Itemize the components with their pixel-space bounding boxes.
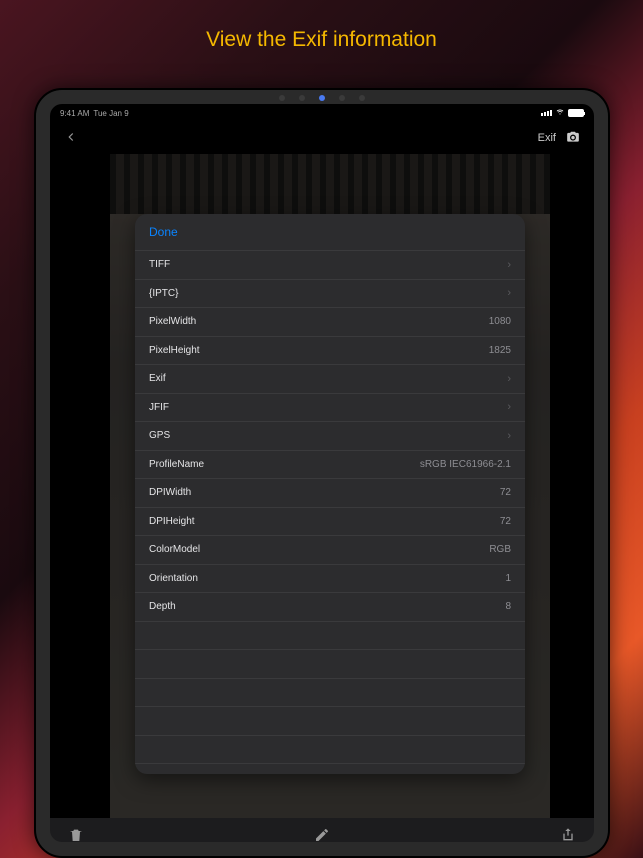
share-icon[interactable] (560, 827, 576, 847)
exif-toggle-label[interactable]: Exif (538, 132, 556, 144)
exif-value: 1 (505, 573, 511, 584)
back-button[interactable] (64, 128, 78, 149)
exif-row: ProfileName sRGB IEC61966-2.1 (135, 451, 525, 480)
chevron-right-icon: › (507, 401, 511, 413)
exif-row-empty (135, 622, 525, 651)
exif-key: TIFF (149, 259, 170, 270)
exif-panel: Done TIFF › {IPTC} › PixelWidth 1080 PixelHeig… (135, 214, 525, 774)
camera-icon[interactable] (566, 130, 580, 147)
exif-value: 1080 (489, 316, 511, 327)
sensor-bar (272, 94, 372, 102)
nav-bar: Exif (50, 122, 594, 154)
sensor-dot (339, 95, 345, 101)
exif-key: Orientation (149, 573, 198, 584)
exif-key: Exif (149, 373, 166, 384)
chevron-right-icon: › (507, 259, 511, 271)
exif-value: 72 (500, 516, 511, 527)
exif-row: DPIWidth 72 (135, 479, 525, 508)
exif-value: 8 (505, 601, 511, 612)
exif-row-empty (135, 736, 525, 765)
exif-row-empty (135, 707, 525, 736)
exif-value: 72 (500, 487, 511, 498)
status-bar: 9:41 AM Tue Jan 9 (50, 104, 594, 122)
exif-key: Depth (149, 601, 176, 612)
sensor-dot (319, 95, 325, 101)
exif-key: PixelWidth (149, 316, 196, 327)
exif-row: Depth 8 (135, 593, 525, 622)
ipad-screen: 9:41 AM Tue Jan 9 Exif (50, 104, 594, 856)
promo-title: View the Exif information (0, 0, 643, 60)
sensor-dot (359, 95, 365, 101)
exif-row[interactable]: Exif › (135, 365, 525, 394)
exif-key: JFIF (149, 402, 169, 413)
done-button[interactable]: Done (149, 225, 178, 239)
exif-key: ColorModel (149, 544, 200, 555)
exif-row[interactable]: TIFF › (135, 251, 525, 280)
exif-key: ProfileName (149, 459, 204, 470)
exif-key: GPS (149, 430, 170, 441)
chevron-right-icon: › (507, 287, 511, 299)
exif-panel-header: Done (135, 214, 525, 251)
exif-list[interactable]: TIFF › {IPTC} › PixelWidth 1080 PixelHeight 182… (135, 251, 525, 764)
exif-key: PixelHeight (149, 345, 200, 356)
exif-value: 1825 (489, 345, 511, 356)
chevron-right-icon: › (507, 373, 511, 385)
exif-value: sRGB IEC61966-2.1 (420, 459, 511, 470)
exif-key: {IPTC} (149, 288, 178, 299)
exif-row[interactable]: {IPTC} › (135, 280, 525, 309)
battery-icon (568, 109, 584, 117)
exif-row: PixelHeight 1825 (135, 337, 525, 366)
status-time: 9:41 AM (60, 109, 89, 118)
bottom-toolbar (50, 818, 594, 856)
trash-icon[interactable] (68, 827, 84, 847)
status-date: Tue Jan 9 (93, 109, 128, 118)
sensor-dot (279, 95, 285, 101)
exif-row[interactable]: GPS › (135, 422, 525, 451)
wifi-icon (555, 107, 565, 119)
exif-row: PixelWidth 1080 (135, 308, 525, 337)
exif-row: ColorModel RGB (135, 536, 525, 565)
exif-row: Orientation 1 (135, 565, 525, 594)
ipad-frame: 9:41 AM Tue Jan 9 Exif (34, 88, 610, 858)
chevron-right-icon: › (507, 430, 511, 442)
exif-row[interactable]: JFIF › (135, 394, 525, 423)
exif-row-empty (135, 679, 525, 708)
exif-row: DPIHeight 72 (135, 508, 525, 537)
signal-icon (541, 110, 552, 116)
sensor-dot (299, 95, 305, 101)
edit-icon[interactable] (314, 827, 330, 847)
exif-key: DPIHeight (149, 516, 195, 527)
exif-value: RGB (489, 544, 511, 555)
exif-key: DPIWidth (149, 487, 191, 498)
exif-row-empty (135, 650, 525, 679)
